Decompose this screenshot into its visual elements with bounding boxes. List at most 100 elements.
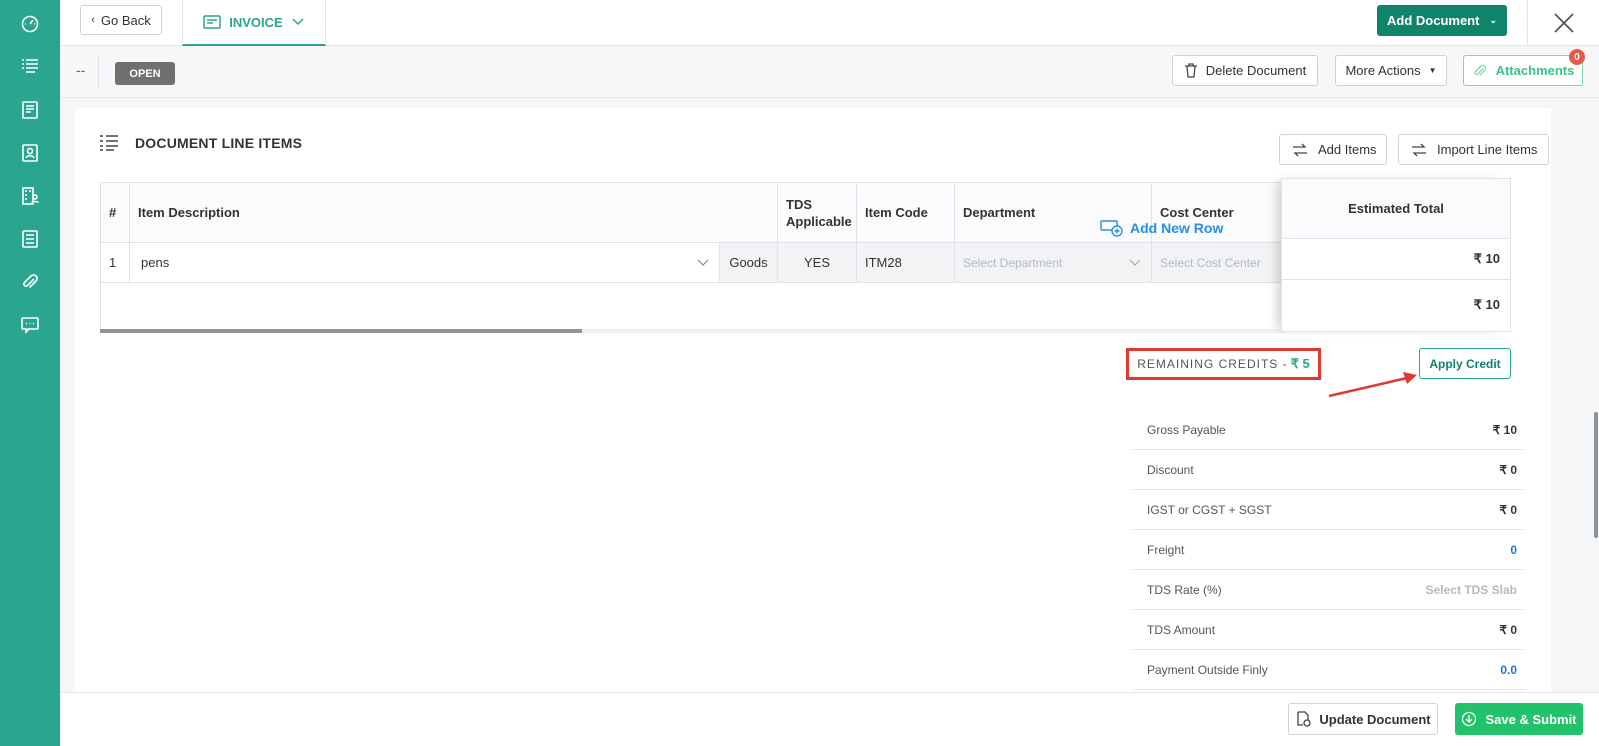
update-document-label: Update Document: [1319, 711, 1431, 727]
contact-icon[interactable]: [18, 141, 42, 165]
add-row-icon: [1100, 220, 1123, 237]
divider: [98, 56, 99, 88]
tds-applicable-value: YES: [778, 243, 857, 283]
import-line-items-button[interactable]: Import Line Items: [1398, 134, 1549, 165]
divider: [1282, 279, 1510, 280]
add-document-label: Add Document: [1387, 13, 1480, 28]
cost-center-select[interactable]: Select Cost Center: [1152, 243, 1286, 283]
summary-row: Gross Payable ₹ 10: [1132, 410, 1525, 450]
sidebar: [0, 0, 60, 746]
download-circle-icon: [1462, 711, 1477, 727]
summary-value: ₹ 0: [1499, 462, 1517, 477]
top-bar: ‹ Go Back INVOICE Add Document ⌄: [60, 0, 1599, 46]
document-number: --: [76, 62, 86, 78]
page-scrollbar[interactable]: [1594, 412, 1598, 538]
cost-center-placeholder: Select Cost Center: [1160, 255, 1261, 270]
go-back-label: Go Back: [100, 12, 151, 28]
item-description-value: pens: [141, 255, 170, 270]
document-icon[interactable]: [18, 98, 42, 122]
summary-label: IGST or CGST + SGST: [1147, 502, 1272, 517]
column-header-item-code: Item Code: [857, 183, 955, 243]
bottom-action-bar: Update Document Save & Submit: [60, 692, 1599, 746]
transfer-icon: [1293, 143, 1307, 156]
section-title: DOCUMENT LINE ITEMS: [135, 135, 303, 151]
summary-row: IGST or CGST + SGST ₹ 0: [1132, 490, 1525, 530]
add-items-label: Add Items: [1318, 142, 1377, 157]
transfer-icon: [1412, 143, 1426, 156]
doc-type-label: INVOICE: [229, 14, 283, 30]
department-placeholder: Select Department: [963, 255, 1063, 270]
summary-value: ₹ 0: [1499, 502, 1517, 517]
document-refresh-icon: [1297, 711, 1312, 727]
summary-value: 0.0: [1500, 662, 1517, 677]
delete-document-label: Delete Document: [1205, 63, 1307, 78]
summary-value: ₹ 0: [1499, 622, 1517, 637]
import-line-items-label: Import Line Items: [1437, 142, 1538, 157]
vendor-icon[interactable]: [18, 184, 42, 208]
annotation-arrow-icon: [1328, 372, 1417, 398]
summary-row: Discount ₹ 0: [1132, 450, 1525, 490]
summary-label: Freight: [1147, 542, 1185, 557]
more-actions-button[interactable]: More Actions ▼: [1335, 55, 1447, 86]
save-submit-label: Save & Submit: [1485, 711, 1577, 727]
tab-invoice[interactable]: INVOICE: [182, 0, 326, 46]
summary-label: Discount: [1147, 462, 1194, 477]
estimated-total-column: Estimated Total ₹ 10 ₹ 10: [1281, 178, 1511, 332]
paperclip-icon: [1474, 64, 1486, 76]
department-select[interactable]: Select Department: [955, 243, 1152, 283]
attachments-button[interactable]: Attachments 0: [1463, 49, 1585, 86]
scrollbar-thumb[interactable]: [100, 329, 582, 333]
trash-icon: [1184, 63, 1197, 78]
summary-label: TDS Amount: [1147, 622, 1216, 637]
status-badge: OPEN: [115, 62, 175, 85]
chevron-left-icon: ‹: [91, 14, 95, 26]
row-estimated-total: ₹ 10: [1473, 251, 1500, 266]
remaining-credits: REMAINING CREDITS - ₹ 5: [1126, 348, 1321, 380]
dashboard-icon[interactable]: [18, 11, 42, 35]
column-header-description: Item Description: [130, 183, 778, 243]
summary-value: ₹ 10: [1492, 422, 1517, 437]
chat-icon[interactable]: [18, 313, 42, 337]
column-header-tds: TDS Applicable: [778, 183, 857, 243]
caret-down-icon: ▼: [1428, 66, 1437, 75]
more-actions-label: More Actions: [1345, 63, 1421, 78]
delete-document-button[interactable]: Delete Document: [1172, 55, 1318, 86]
add-new-row-label: Add New Row: [1130, 220, 1224, 236]
go-back-button[interactable]: ‹ Go Back: [80, 5, 162, 35]
row-number: 1: [101, 243, 130, 283]
list-icon[interactable]: [18, 54, 42, 78]
update-document-button[interactable]: Update Document: [1288, 703, 1438, 735]
remaining-credits-value: ₹ 5: [1290, 356, 1310, 371]
chevron-down-icon: [1129, 259, 1141, 266]
summary-label: Payment Outside Finly: [1147, 662, 1268, 677]
summary-label: Gross Payable: [1147, 422, 1226, 437]
summary-row: Payment Outside Finly 0.0: [1132, 650, 1525, 690]
summary-row: Freight 0: [1132, 530, 1525, 570]
remaining-credits-label: REMAINING CREDITS -: [1137, 357, 1288, 371]
table-horizontal-scrollbar[interactable]: [100, 329, 1285, 333]
attachment-icon[interactable]: [18, 270, 42, 294]
summary-row[interactable]: TDS Rate (%) Select TDS Slab: [1132, 570, 1525, 610]
list-icon: [100, 135, 118, 151]
close-button[interactable]: [1527, 0, 1599, 46]
apply-credit-button[interactable]: Apply Credit: [1419, 348, 1511, 379]
item-type: Goods: [720, 243, 778, 283]
line-items-table: # Item Description TDS Applicable Item C…: [100, 182, 1286, 332]
add-items-button[interactable]: Add Items: [1279, 134, 1387, 165]
column-header-number: #: [101, 183, 130, 243]
estimated-grand-total: ₹ 10: [1473, 297, 1500, 312]
summary-table: Gross Payable ₹ 10 Discount ₹ 0 IGST or CGST…: [1132, 410, 1525, 690]
add-document-button[interactable]: Add Document ⌄: [1377, 5, 1507, 36]
item-code-value: ITM28: [857, 243, 955, 283]
summary-row: TDS Amount ₹ 0: [1132, 610, 1525, 650]
summary-value: 0: [1510, 542, 1517, 557]
summary-label: TDS Rate (%): [1147, 582, 1222, 597]
add-new-row-button[interactable]: Add New Row: [1100, 219, 1223, 237]
summary-value[interactable]: Select TDS Slab: [1426, 583, 1517, 597]
save-submit-button[interactable]: Save & Submit: [1455, 703, 1583, 735]
close-icon: [1553, 13, 1574, 33]
column-header-estimated-total: Estimated Total: [1282, 179, 1510, 239]
item-description-select[interactable]: pens: [130, 243, 720, 283]
attachments-count-badge: 0: [1569, 49, 1585, 65]
report-icon[interactable]: [18, 227, 42, 251]
